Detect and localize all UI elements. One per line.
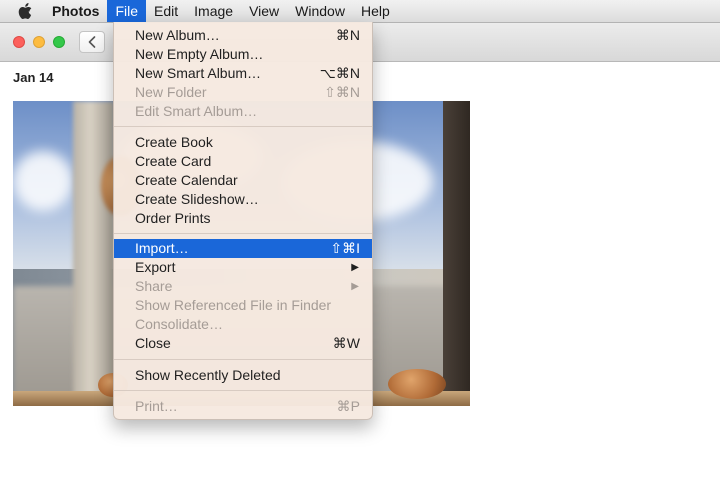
shortcut-label: ⇧⌘N <box>324 84 360 100</box>
menu-view[interactable]: View <box>241 0 287 22</box>
menu-separator <box>114 359 372 360</box>
menu-item-new-empty-album[interactable]: New Empty Album… <box>114 45 372 64</box>
window-zoom-button[interactable] <box>53 36 65 48</box>
menu-app-photos[interactable]: Photos <box>40 0 107 22</box>
menu-separator <box>114 390 372 391</box>
shortcut-label: ⌥⌘N <box>319 65 360 81</box>
menu-item-share: Share ▶ <box>135 278 359 294</box>
menu-separator <box>114 233 372 234</box>
triangle-right-icon: ▶ <box>351 262 359 273</box>
window-close-button[interactable] <box>13 36 25 48</box>
menu-item-create-slideshow[interactable]: Create Slideshow… <box>114 190 372 209</box>
shortcut-label: ⇧⌘I <box>330 240 360 256</box>
apple-logo-icon[interactable] <box>10 3 40 19</box>
menu-item-consolidate: Consolidate… <box>135 316 223 332</box>
back-button[interactable] <box>79 31 105 53</box>
file-menu-dropdown: New Album… ⌘N New Empty Album… New Smart… <box>113 22 373 420</box>
menu-separator <box>114 126 372 127</box>
menu-window[interactable]: Window <box>287 0 353 22</box>
menu-edit[interactable]: Edit <box>146 0 186 22</box>
menu-item-close[interactable]: Close ⌘W <box>114 334 372 353</box>
menu-file[interactable]: File <box>107 0 147 22</box>
menu-item-export[interactable]: Export ▶ <box>114 258 372 277</box>
window-minimize-button[interactable] <box>33 36 45 48</box>
menu-image[interactable]: Image <box>186 0 241 22</box>
menu-bar: Photos File Edit Image View Window Help <box>0 0 720 23</box>
menu-help[interactable]: Help <box>353 0 398 22</box>
triangle-right-icon: ▶ <box>351 281 359 292</box>
menu-item-new-album[interactable]: New Album… ⌘N <box>114 26 372 45</box>
menu-item-create-card[interactable]: Create Card <box>114 152 372 171</box>
menu-item-create-book[interactable]: Create Book <box>114 133 372 152</box>
chevron-left-icon <box>88 36 96 48</box>
menu-item-show-referenced-file: Show Referenced File in Finder <box>135 297 332 313</box>
menu-item-import[interactable]: Import… ⇧⌘I <box>114 239 372 258</box>
menu-item-show-recently-deleted[interactable]: Show Recently Deleted <box>114 366 372 385</box>
menu-item-new-smart-album[interactable]: New Smart Album… ⌥⌘N <box>114 64 372 83</box>
menu-item-new-folder: New Folder ⇧⌘N <box>135 84 360 100</box>
shortcut-label: ⌘N <box>335 27 360 43</box>
menu-item-create-calendar[interactable]: Create Calendar <box>114 171 372 190</box>
moment-date-label: Jan 14 <box>13 70 54 85</box>
shortcut-label: ⌘P <box>336 398 360 414</box>
shortcut-label: ⌘W <box>332 335 360 351</box>
menu-item-order-prints[interactable]: Order Prints <box>114 209 372 228</box>
menu-item-print: Print… ⌘P <box>135 398 360 414</box>
menu-item-edit-smart-album: Edit Smart Album… <box>135 103 258 119</box>
